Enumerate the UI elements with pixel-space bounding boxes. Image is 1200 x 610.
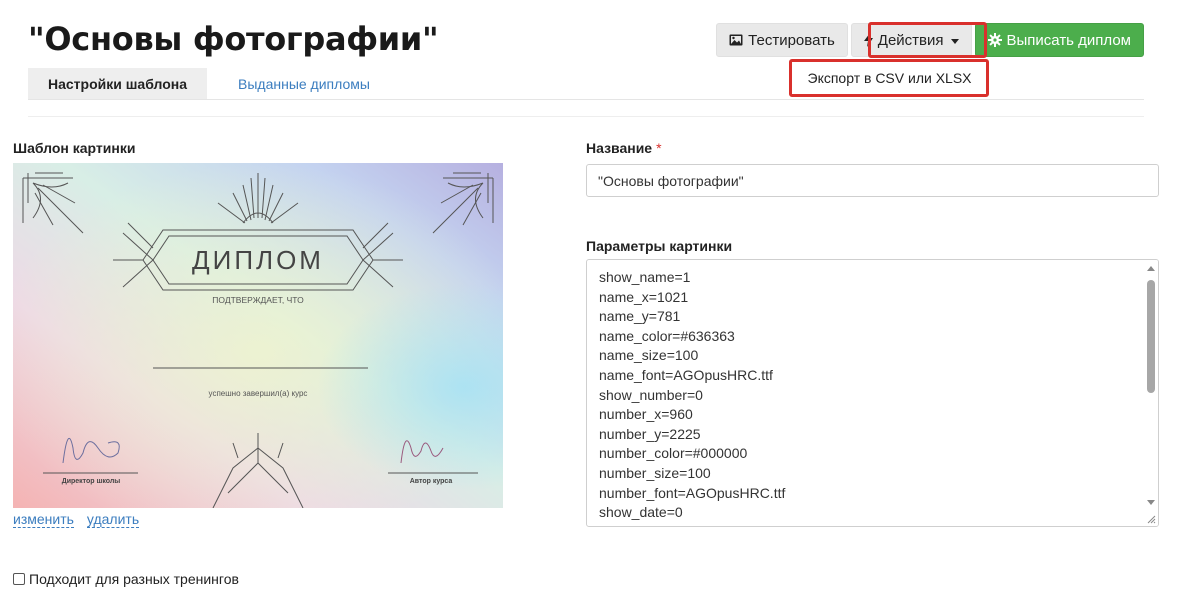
params-line: name_size=100 bbox=[599, 347, 699, 364]
tab-template-settings[interactable]: Настройки шаблона bbox=[28, 68, 208, 99]
multi-training-row: Подходит для разных тренингов bbox=[13, 571, 239, 587]
certificate-image: ДИПЛОМ ПОДТВЕРЖДАЕТ, ЧТО успешно заверши… bbox=[13, 163, 503, 508]
bolt-icon bbox=[863, 33, 873, 47]
params-line: name_color=#636363 bbox=[599, 327, 735, 344]
delete-image-link[interactable]: удалить bbox=[86, 511, 140, 528]
gear-icon bbox=[987, 33, 1002, 47]
params-line: number_x=960 bbox=[599, 406, 693, 423]
params-line: show_number=0 bbox=[599, 386, 703, 403]
page-title: "Основы фотографии" bbox=[28, 20, 439, 58]
certificate-preview: ДИПЛОМ ПОДТВЕРЖДАЕТ, ЧТО успешно заверши… bbox=[13, 163, 503, 508]
image-template-label: Шаблон картинки bbox=[13, 140, 136, 156]
name-field-label: Название * bbox=[586, 140, 662, 156]
certificate-heading: ДИПЛОМ bbox=[192, 245, 324, 275]
params-field-label: Параметры картинки bbox=[586, 238, 733, 254]
divider bbox=[28, 116, 1144, 117]
tab-template-settings-label: Настройки шаблона bbox=[48, 75, 188, 92]
params-line: show_name=1 bbox=[599, 269, 691, 285]
tabs: Настройки шаблона Выданные дипломы bbox=[28, 68, 1144, 100]
actions-button[interactable]: Действия bbox=[850, 23, 972, 57]
tab-issued-diplomas[interactable]: Выданные дипломы bbox=[218, 68, 390, 99]
certificate-signature-left: Директор школы bbox=[62, 478, 121, 485]
certificate-course-line: успешно завершил(а) курс bbox=[209, 389, 308, 398]
resize-grip-icon[interactable] bbox=[1147, 515, 1156, 524]
toolbar: Тестировать Действия Выписать диплом bbox=[716, 23, 1144, 57]
params-line: name_font=AGOpusHRC.ttf bbox=[599, 366, 773, 383]
params-line: number_size=100 bbox=[599, 464, 711, 481]
issue-diploma-button[interactable]: Выписать диплом bbox=[974, 23, 1144, 57]
tab-issued-diplomas-label: Выданные дипломы bbox=[238, 75, 370, 92]
params-scrollbar[interactable] bbox=[1144, 260, 1158, 526]
multi-training-checkbox[interactable] bbox=[13, 573, 25, 585]
scroll-down-arrow-icon[interactable] bbox=[1147, 500, 1155, 505]
actions-button-label: Действия bbox=[877, 31, 944, 49]
scroll-up-arrow-icon[interactable] bbox=[1147, 266, 1155, 271]
test-button-label: Тестировать bbox=[748, 31, 835, 49]
caret-down-icon bbox=[950, 38, 959, 44]
name-input[interactable] bbox=[586, 164, 1159, 197]
multi-training-label: Подходит для разных тренингов bbox=[29, 571, 239, 587]
params-line: number_y=2225 bbox=[599, 425, 701, 442]
issue-diploma-label: Выписать диплом bbox=[1006, 31, 1131, 49]
scroll-thumb[interactable] bbox=[1147, 280, 1155, 393]
change-image-link[interactable]: изменить bbox=[13, 511, 74, 528]
image-actions: изменить удалить bbox=[13, 511, 140, 528]
params-line: show_date=0 bbox=[599, 504, 683, 521]
params-textarea[interactable]: show_name=1 name_x=1021 name_y=781 name_col… bbox=[586, 259, 1159, 527]
certificate-subheading: ПОДТВЕРЖДАЕТ, ЧТО bbox=[212, 295, 304, 305]
params-lines: show_name=1 name_x=1021 name_y=781 name_col… bbox=[599, 268, 1140, 523]
params-line: number_color=#000000 bbox=[599, 445, 748, 462]
image-icon bbox=[729, 34, 743, 46]
name-field-label-text: Название bbox=[586, 140, 653, 156]
required-mark: * bbox=[656, 140, 662, 156]
actions-dropdown: Действия bbox=[850, 23, 972, 57]
certificate-signature-right: Автор курса bbox=[410, 478, 453, 485]
params-line: name_x=1021 bbox=[599, 288, 689, 305]
params-line: number_font=AGOpusHRC.ttf bbox=[599, 484, 786, 501]
params-line: name_y=781 bbox=[599, 308, 681, 325]
test-button[interactable]: Тестировать bbox=[716, 23, 848, 57]
